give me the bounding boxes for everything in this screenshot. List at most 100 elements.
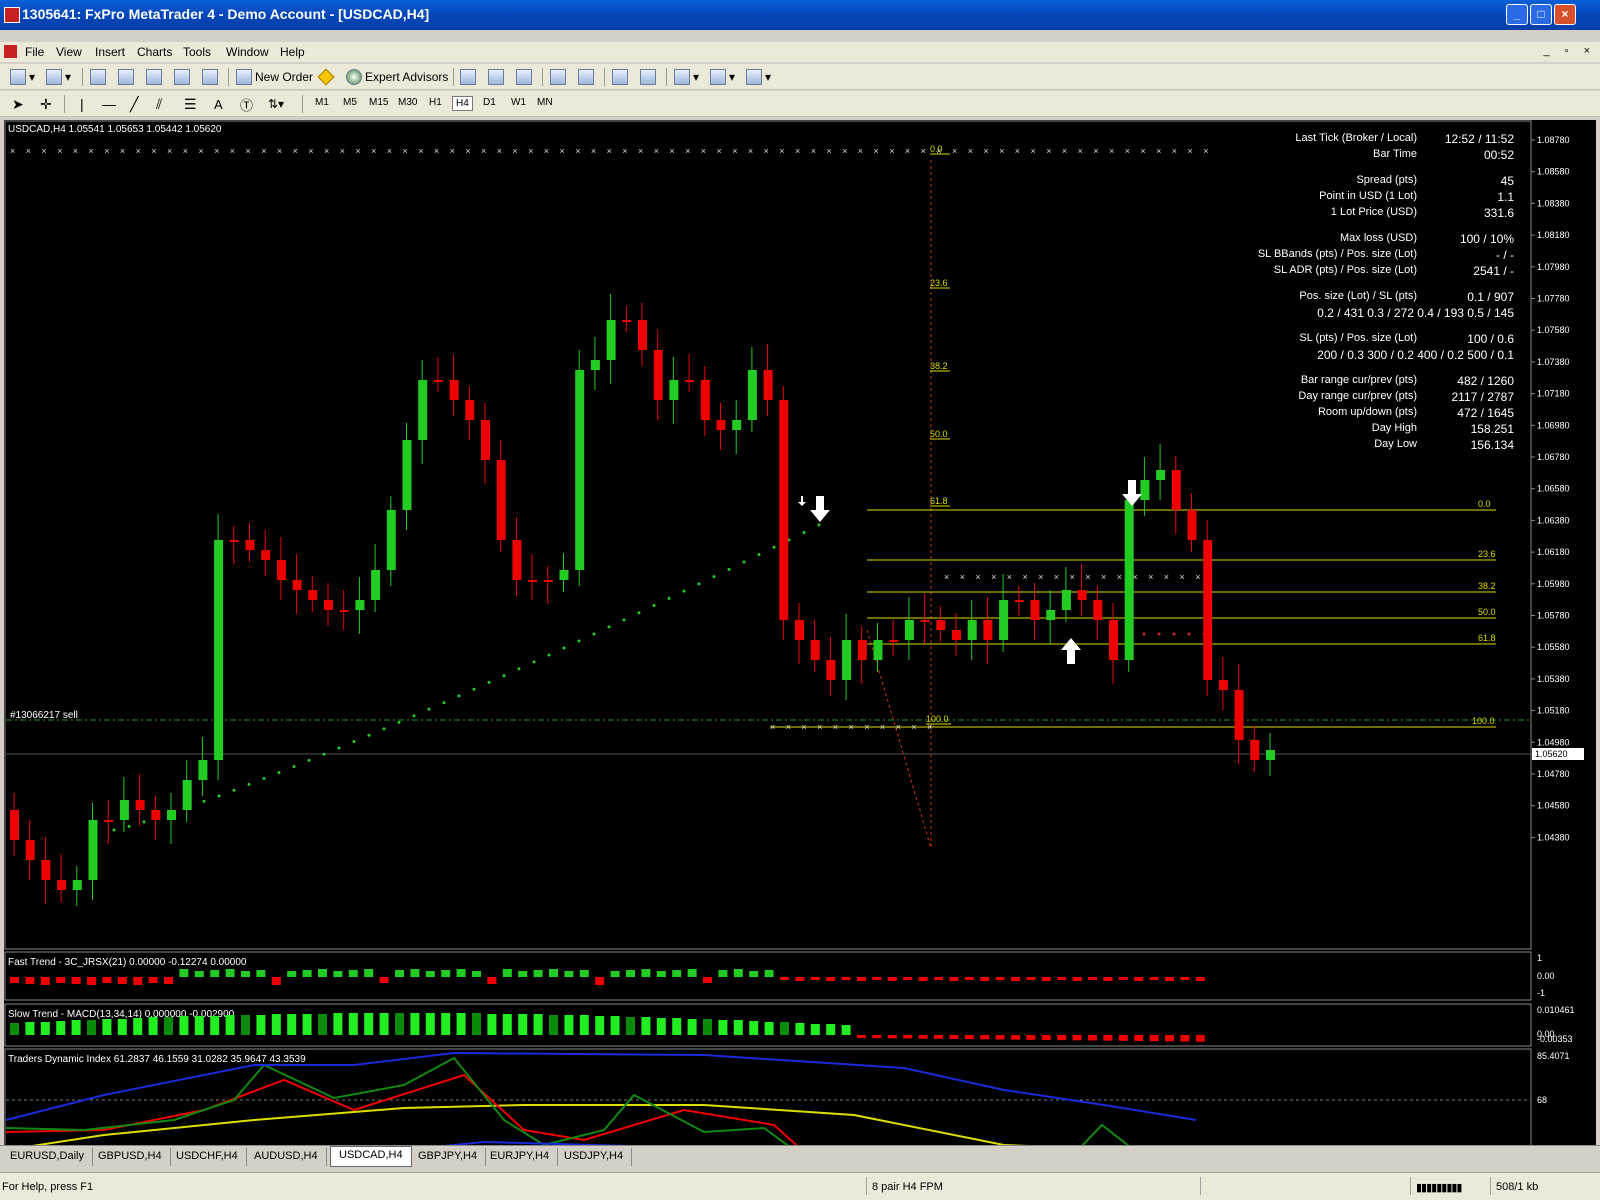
close-button[interactable]: × — [1554, 4, 1576, 25]
x-marker: × — [817, 722, 822, 732]
candle-body — [920, 620, 930, 622]
menu-window[interactable]: Window — [226, 45, 269, 59]
timeframe-m15[interactable]: M15 — [366, 96, 391, 109]
new-order-button[interactable]: New Order — [236, 67, 313, 87]
x-marker: × — [73, 146, 78, 156]
zoom-in-button[interactable] — [550, 67, 569, 87]
chart-tab[interactable]: EURJPY,H4 — [482, 1148, 559, 1166]
histogram-bar — [87, 977, 96, 985]
text-label-button[interactable]: Ⓣ — [240, 94, 253, 114]
zoom-out-button[interactable] — [578, 67, 597, 87]
chart-tab[interactable]: AUDUSD,H4 — [246, 1148, 327, 1166]
terminal-button[interactable] — [174, 67, 193, 87]
vertical-line-button[interactable]: | — [80, 94, 84, 114]
timeframe-w1[interactable]: W1 — [508, 96, 529, 109]
chart-tab[interactable]: USDCAD,H4 — [330, 1146, 412, 1167]
candle-body — [716, 420, 726, 430]
timeframe-m5[interactable]: M5 — [340, 96, 360, 109]
fib-trend-line[interactable] — [866, 629, 932, 849]
histogram-bar — [533, 1014, 543, 1035]
tdi-axis-tick: 68 — [1537, 1095, 1547, 1105]
candlestick-button[interactable] — [488, 67, 507, 87]
fast-trend-title: Fast Trend - 3C_JRSX(21) 0.00000 -0.1227… — [8, 957, 247, 968]
price-tick: 1.08180 — [1537, 230, 1570, 240]
price-tick: 1.05380 — [1537, 674, 1570, 684]
tdi-axis-tick: 85.4071 — [1537, 1051, 1570, 1061]
candle-body — [575, 370, 585, 570]
chart-tab[interactable]: GBPUSD,H4 — [90, 1148, 171, 1166]
connection-bars-icon: ▮▮▮▮▮▮▮▮▮ — [1416, 1182, 1462, 1194]
channel-button[interactable]: ⫽ — [156, 94, 162, 114]
crosshair-button[interactable]: ✛ — [40, 94, 52, 114]
candle-body — [308, 590, 318, 600]
candle-body — [842, 640, 852, 680]
indicators-button[interactable]: ▾ — [674, 67, 699, 87]
chart-tab[interactable]: GBPJPY,H4 — [410, 1148, 487, 1166]
x-marker: × — [770, 722, 775, 732]
histogram-bar — [564, 1015, 574, 1035]
text-button[interactable]: A — [214, 94, 223, 114]
line-chart-button[interactable] — [516, 67, 535, 87]
candle-body — [41, 860, 51, 880]
timeframe-h4[interactable]: H4 — [452, 96, 473, 111]
minimize-button[interactable]: _ — [1506, 4, 1528, 25]
trendline-icon: ╱ — [130, 95, 139, 112]
candle-body — [1046, 610, 1056, 620]
new-chart-button[interactable]: ▾ — [10, 67, 35, 87]
histogram-bar — [733, 1020, 743, 1035]
trail-dot — [337, 746, 341, 750]
alert-button[interactable] — [317, 67, 338, 87]
data-window-button[interactable] — [118, 67, 137, 87]
zoom-in-icon — [550, 69, 566, 85]
histogram-bar — [857, 1035, 866, 1038]
profiles-button[interactable]: ▾ — [46, 67, 71, 87]
expert-advisors-button[interactable]: Expert Advisors — [346, 67, 448, 87]
mdi-window-buttons[interactable]: _ ▫ × — [1543, 45, 1596, 57]
x-marker: × — [1195, 572, 1200, 582]
menu-help[interactable]: Help — [280, 45, 305, 59]
chart-shift-button[interactable] — [640, 67, 659, 87]
chart-tab[interactable]: USDCHF,H4 — [168, 1148, 247, 1166]
menu-view[interactable]: View — [56, 45, 82, 59]
market-watch-button[interactable] — [90, 67, 109, 87]
timeframe-h1[interactable]: H1 — [426, 96, 445, 109]
fibonacci-button[interactable]: ☰ — [184, 94, 197, 114]
x-marker: × — [795, 146, 800, 156]
timeframe-m30[interactable]: M30 — [395, 96, 420, 109]
arrows-button[interactable]: ⇅▾ — [268, 94, 284, 114]
trendline-button[interactable]: ╱ — [130, 94, 138, 114]
periods-button[interactable]: ▾ — [710, 67, 735, 87]
menu-insert[interactable]: Insert — [95, 45, 125, 59]
templates-button[interactable]: ▾ — [746, 67, 771, 87]
x-marker: × — [1148, 572, 1153, 582]
chart-window[interactable]: USDCAD,H4 1.05541 1.05653 1.05442 1.0562… — [4, 120, 1596, 1145]
bar-chart-button[interactable] — [460, 67, 479, 87]
timeframe-m1[interactable]: M1 — [312, 96, 332, 109]
histogram-bar — [872, 977, 882, 980]
auto-scroll-button[interactable] — [612, 67, 631, 87]
price-tick: 1.08780 — [1537, 135, 1570, 145]
histogram-bar — [179, 1016, 189, 1035]
chart-tab[interactable]: USDJPY,H4 — [556, 1148, 633, 1166]
timeframe-d1[interactable]: D1 — [480, 96, 499, 109]
histogram-bar — [1011, 977, 1020, 981]
maximize-button[interactable]: □ — [1530, 4, 1552, 25]
menu-charts[interactable]: Charts — [137, 45, 172, 59]
x-marker: × — [261, 146, 266, 156]
strategy-tester-button[interactable] — [202, 67, 221, 87]
navigator-button[interactable] — [146, 67, 165, 87]
timeframe-mn[interactable]: MN — [534, 96, 556, 109]
chart-tab[interactable]: EURUSD,Daily — [2, 1148, 93, 1166]
buy-arrow-icon — [1061, 638, 1081, 664]
histogram-bar — [1088, 977, 1097, 980]
histogram-bar — [656, 1018, 666, 1035]
x-marker: × — [1093, 146, 1098, 156]
menu-tools[interactable]: Tools — [183, 45, 211, 59]
horizontal-line-button[interactable]: — — [102, 94, 116, 114]
candle-body — [214, 540, 224, 760]
trail-dot — [382, 727, 386, 731]
candle-body — [245, 540, 255, 550]
cursor-button[interactable]: ➤ — [12, 94, 24, 114]
menu-file[interactable]: File — [25, 45, 44, 59]
info-label: Pos. size (Lot) / SL (pts) — [1299, 290, 1417, 302]
